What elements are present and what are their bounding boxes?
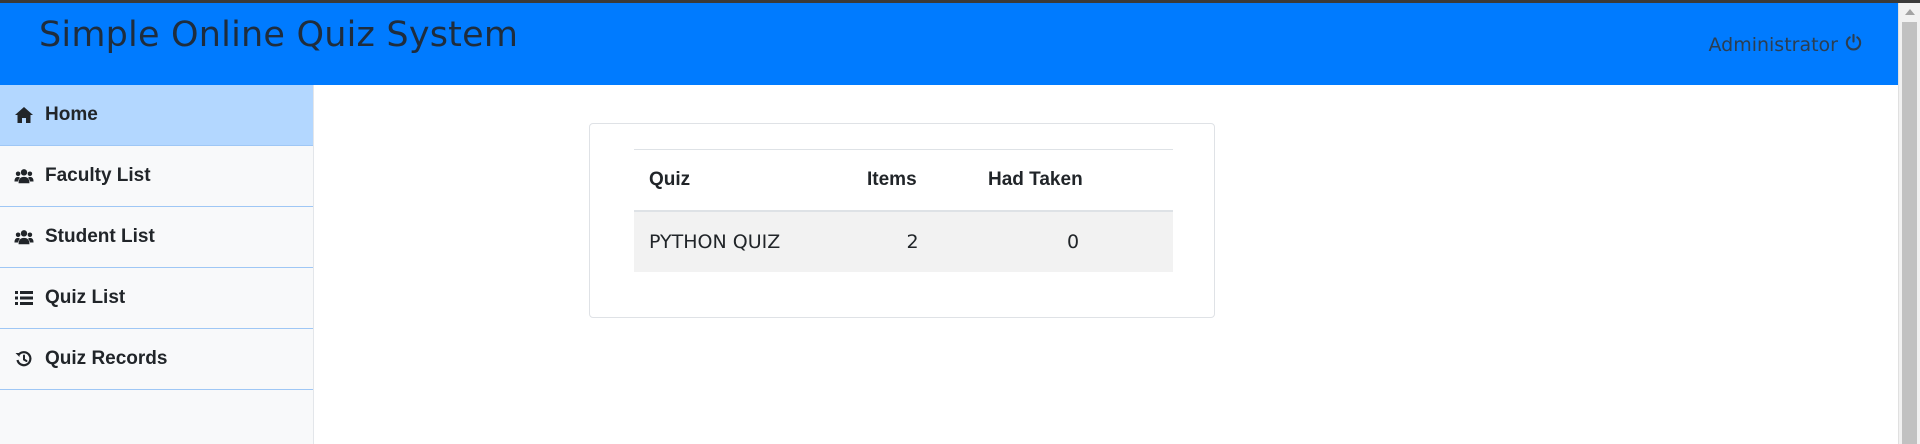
quiz-table: Quiz Items Had Taken PYTHON QUIZ 2 0 [634,149,1173,272]
column-header-had-taken: Had Taken [973,149,1173,212]
sidebar-item-label: Home [45,104,98,125]
sidebar-item-label: Quiz List [45,287,126,308]
user-name: Administrator [1708,34,1838,56]
table-header-row: Quiz Items Had Taken [634,149,1173,212]
history-icon [13,349,35,369]
sidebar-item-faculty-list[interactable]: Faculty List [0,146,313,207]
sidebar-item-label: Quiz Records [45,348,168,369]
top-navbar: Simple Online Quiz System Administrator [0,3,1899,85]
cell-items: 2 [852,211,973,272]
quiz-summary-card: Quiz Items Had Taken PYTHON QUIZ 2 0 [589,123,1215,318]
cell-had-taken: 0 [973,211,1173,272]
sidebar: Home Faculty List Student List Quiz List… [0,85,314,444]
sidebar-item-quiz-list[interactable]: Quiz List [0,268,313,329]
table-row: PYTHON QUIZ 2 0 [634,211,1173,272]
sidebar-item-label: Student List [45,226,155,247]
users-icon [13,227,35,247]
home-icon [13,105,35,125]
column-header-quiz: Quiz [634,149,852,212]
column-header-items: Items [852,149,973,212]
user-menu[interactable]: Administrator [1708,33,1863,57]
sidebar-item-student-list[interactable]: Student List [0,207,313,268]
sidebar-item-home[interactable]: Home [0,85,313,146]
users-icon [13,166,35,186]
sidebar-item-quiz-records[interactable]: Quiz Records [0,329,313,390]
sidebar-item-label: Faculty List [45,165,151,186]
app-title: Simple Online Quiz System [39,15,519,55]
power-icon[interactable] [1844,33,1863,57]
scrollbar-thumb[interactable] [1902,22,1917,444]
vertical-scrollbar[interactable] [1898,3,1920,444]
list-icon [13,288,35,308]
cell-quiz-name: PYTHON QUIZ [634,211,852,272]
scroll-up-arrow-icon[interactable] [1899,3,1920,20]
